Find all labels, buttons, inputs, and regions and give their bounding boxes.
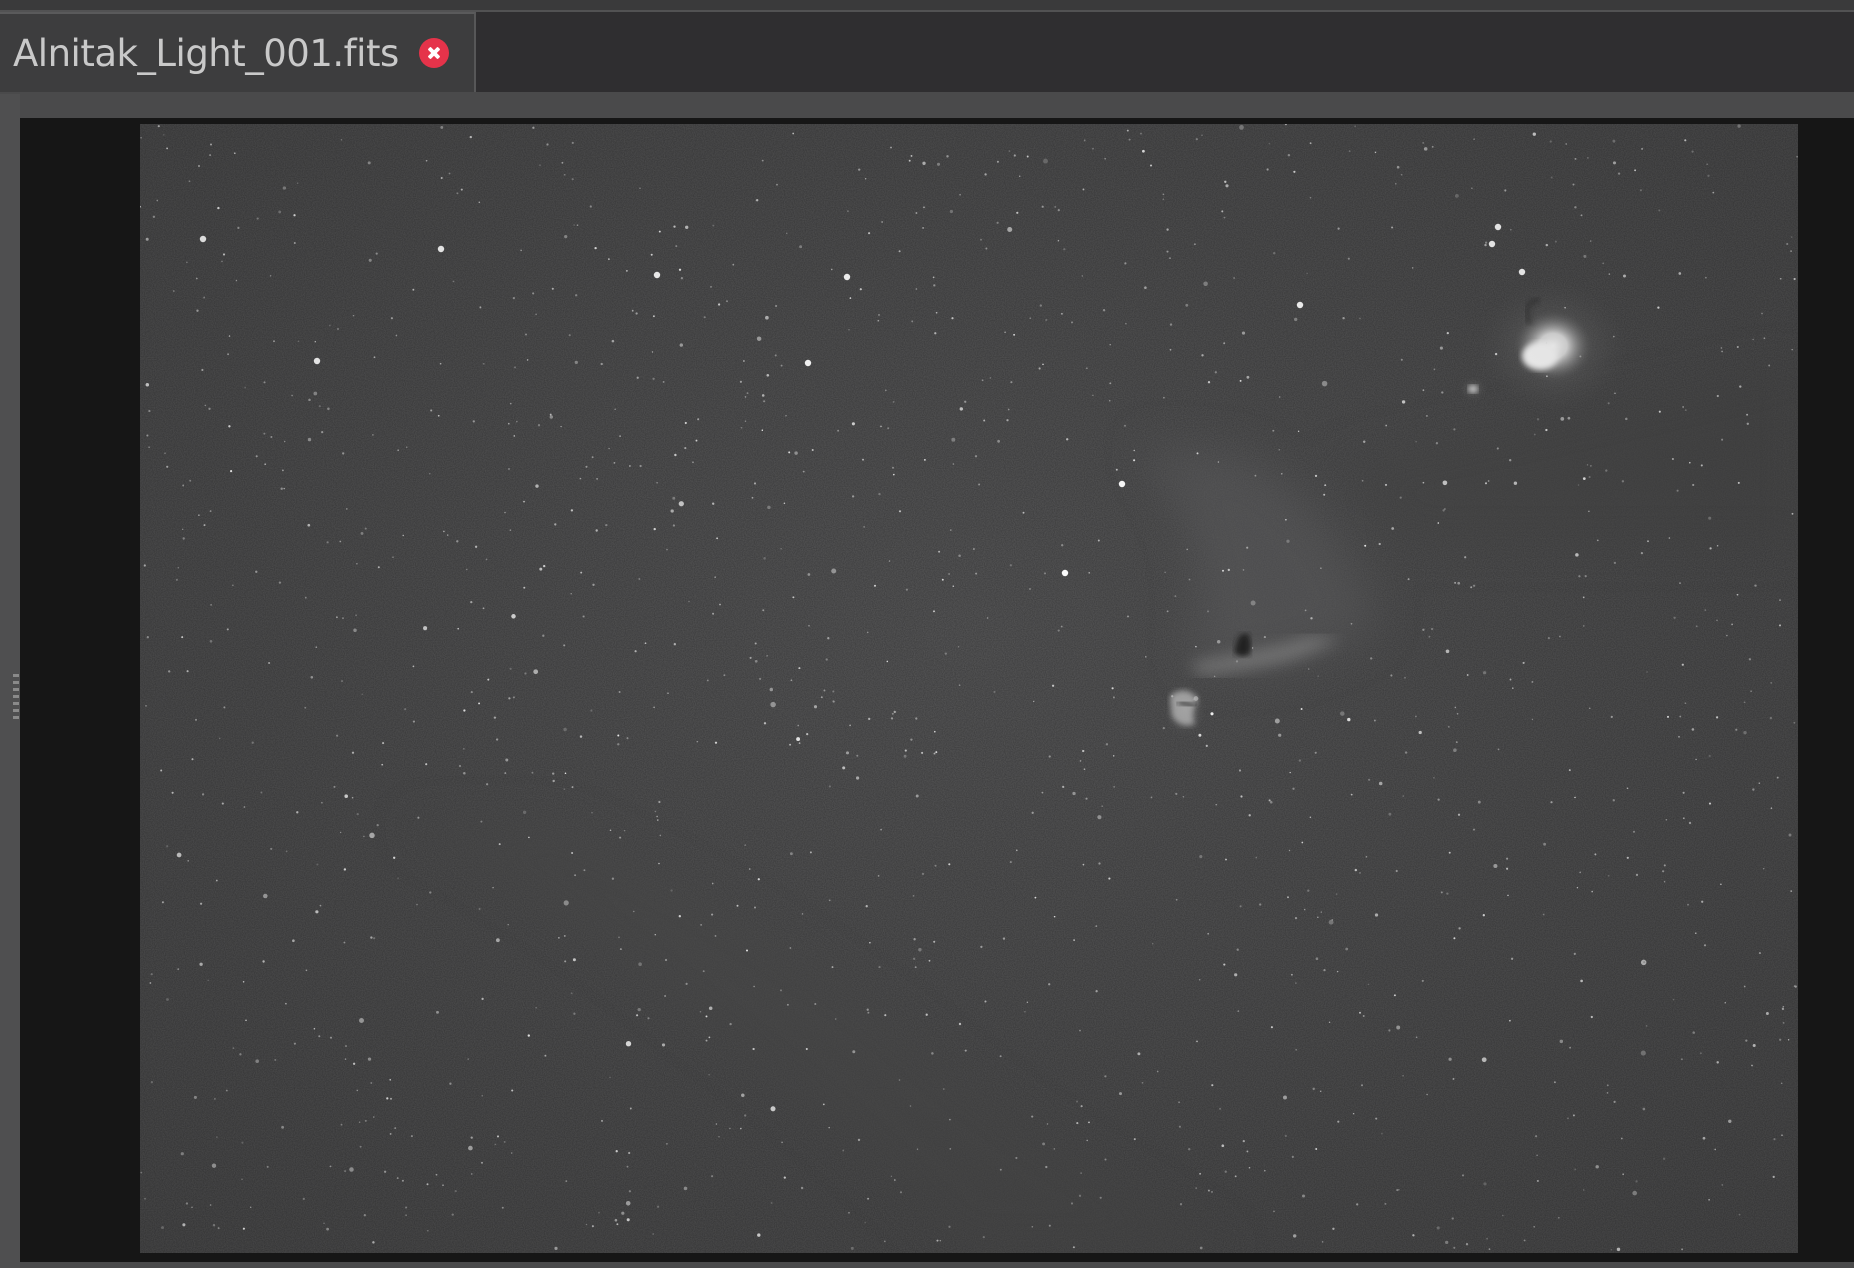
tab-alnitak-light-001[interactable]: Alnitak_Light_001.fits <box>0 12 476 92</box>
window-top-edge <box>0 0 1854 12</box>
image-viewport[interactable] <box>20 118 1854 1262</box>
workspace <box>0 94 1854 1268</box>
astro-image-render <box>140 124 1798 1253</box>
tab-title: Alnitak_Light_001.fits <box>13 31 399 75</box>
left-panel-gutter <box>0 94 20 1268</box>
astro-image[interactable] <box>140 124 1798 1253</box>
panel-splitter-handle[interactable] <box>13 674 19 720</box>
document-tab-bar: Alnitak_Light_001.fits <box>0 12 1854 94</box>
close-icon[interactable] <box>418 38 449 68</box>
app-window: Alnitak_Light_001.fits <box>0 0 1854 1268</box>
